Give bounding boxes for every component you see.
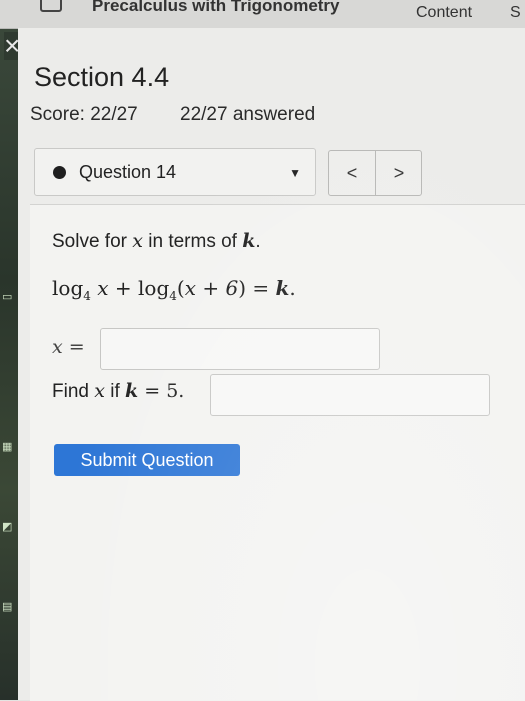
side-mark: ▤ — [2, 601, 13, 613]
find-var: x — [94, 380, 105, 402]
top-bar: Precalculus with Trigonometry Content S — [0, 0, 525, 29]
side-mark: ◩ — [2, 521, 13, 533]
prompt-text: in terms of — [142, 231, 243, 252]
log-base: 4 — [83, 289, 91, 303]
x-answer-label: x = — [52, 336, 85, 359]
prompt-text: . — [255, 231, 261, 252]
x-label-eq: = — [62, 336, 85, 358]
x-answer-input[interactable] — [100, 328, 380, 370]
content-link[interactable]: Content — [416, 4, 472, 22]
eq-paren: ( — [176, 276, 185, 300]
question-select-label: Question 14 — [79, 162, 177, 182]
course-icon — [40, 0, 62, 12]
left-edge-strip: ▭ ▦ ◩ ▤ — [0, 0, 18, 700]
close-icon[interactable]: × — [4, 32, 20, 60]
question-prompt: Solve for x in terms of k. — [52, 230, 261, 253]
find-answer-input[interactable] — [210, 374, 490, 416]
log-fn: log — [52, 276, 84, 300]
find-eq: = 5. — [138, 380, 185, 402]
submit-question-button[interactable]: Submit Question — [54, 444, 240, 476]
find-label: Find x if k = 5. — [52, 380, 184, 403]
question-nav: < > — [328, 150, 422, 196]
prompt-k: k — [242, 230, 256, 252]
find-text: Find — [52, 381, 95, 402]
side-mark: ▭ — [2, 291, 13, 303]
prompt-text: Solve for — [52, 231, 133, 252]
log-fn: log — [138, 276, 170, 300]
eq-k: k — [275, 276, 290, 300]
eq-end: . — [289, 276, 296, 300]
equation: log4 x + log4(x + 6) = k. — [52, 276, 296, 303]
status-dot-icon — [53, 166, 66, 179]
eq-paren: ) — [238, 276, 247, 300]
course-title[interactable]: Precalculus with Trigonometry — [92, 0, 340, 16]
prompt-var: x — [132, 230, 143, 252]
eq-inner: x + 6 — [184, 276, 239, 300]
side-mark: ▦ — [2, 441, 13, 453]
section-title: Section 4.4 — [34, 62, 170, 92]
eq-op: = — [246, 276, 276, 300]
prev-question-button[interactable]: < — [329, 151, 376, 195]
score-text: Score: 22/27 — [30, 104, 138, 125]
answered-count: 22/27 answered — [180, 104, 316, 125]
eq-op: + — [108, 276, 139, 300]
find-k: k — [125, 380, 139, 402]
question-select[interactable]: Question 14 ▼ — [34, 148, 316, 196]
more-link[interactable]: S — [510, 4, 521, 22]
log-base: 4 — [169, 289, 177, 303]
x-label-var: x — [52, 336, 63, 358]
next-question-button[interactable]: > — [376, 151, 422, 195]
caret-down-icon: ▼ — [289, 166, 301, 180]
find-text: if — [104, 381, 126, 402]
eq-var: x — [97, 276, 109, 300]
